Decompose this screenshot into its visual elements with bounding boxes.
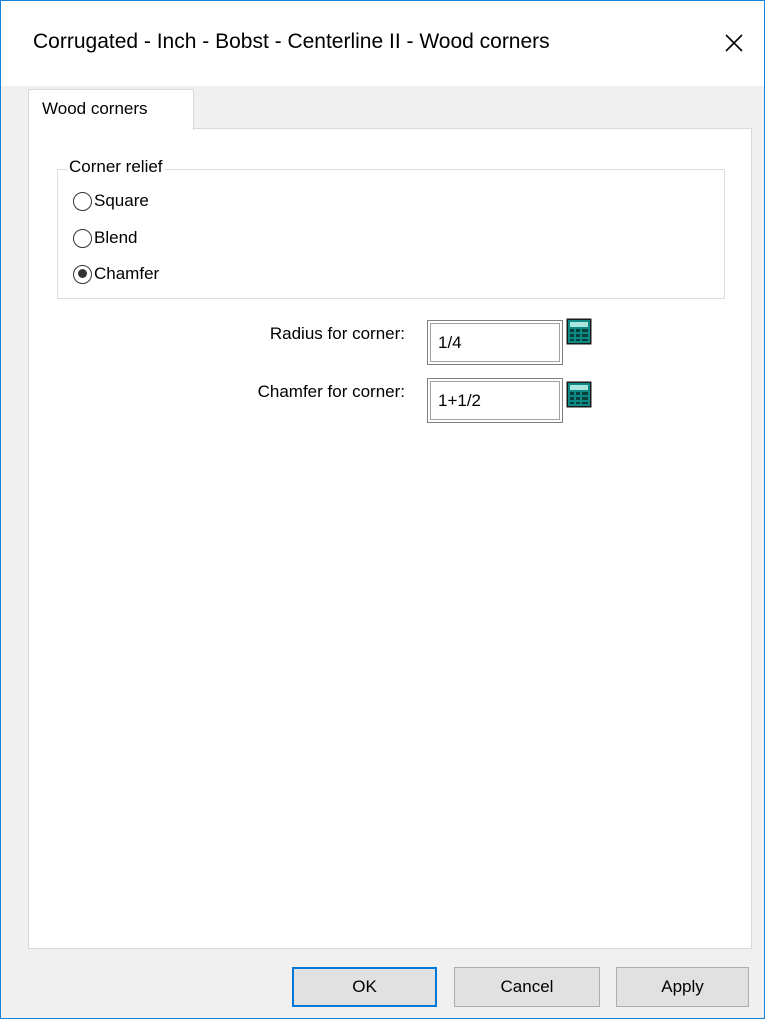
tab-panel: Corner relief Square Blend Chamfer Radiu… bbox=[28, 128, 752, 949]
tab-wood-corners[interactable]: Wood corners bbox=[28, 89, 194, 130]
radio-square-label: Square bbox=[94, 191, 149, 210]
corner-relief-group: Corner relief Square Blend Chamfer bbox=[57, 157, 725, 299]
radio-square-circle[interactable] bbox=[73, 191, 92, 211]
close-icon bbox=[725, 34, 743, 52]
calculator-icon[interactable] bbox=[566, 381, 592, 408]
chamfer-input[interactable] bbox=[438, 391, 548, 411]
radio-chamfer-circle[interactable] bbox=[73, 264, 92, 284]
ok-button[interactable]: OK bbox=[292, 967, 437, 1007]
chamfer-field[interactable] bbox=[427, 378, 563, 423]
apply-button[interactable]: Apply bbox=[616, 967, 749, 1007]
radio-chamfer[interactable]: Chamfer bbox=[73, 261, 159, 287]
radio-blend-circle[interactable] bbox=[73, 228, 92, 248]
radius-label: Radius for corner: bbox=[269, 324, 405, 343]
cancel-button[interactable]: Cancel bbox=[454, 967, 600, 1007]
radius-input[interactable] bbox=[438, 333, 548, 353]
calculator-icon[interactable] bbox=[566, 318, 592, 345]
radio-square[interactable]: Square bbox=[73, 188, 149, 214]
title-bar: Corrugated - Inch - Bobst - Centerline I… bbox=[1, 1, 764, 86]
dialog-window: Corrugated - Inch - Bobst - Centerline I… bbox=[0, 0, 765, 1019]
radio-blend[interactable]: Blend bbox=[73, 225, 137, 251]
chamfer-label: Chamfer for corner: bbox=[257, 382, 405, 401]
radius-field[interactable] bbox=[427, 320, 563, 365]
radio-chamfer-label: Chamfer bbox=[94, 264, 160, 283]
corner-relief-legend: Corner relief bbox=[67, 157, 165, 177]
radio-blend-label: Blend bbox=[94, 228, 138, 247]
close-button[interactable] bbox=[704, 17, 764, 69]
window-title: Corrugated - Inch - Bobst - Centerline I… bbox=[33, 30, 550, 53]
tab-label: Wood corners bbox=[42, 99, 148, 118]
